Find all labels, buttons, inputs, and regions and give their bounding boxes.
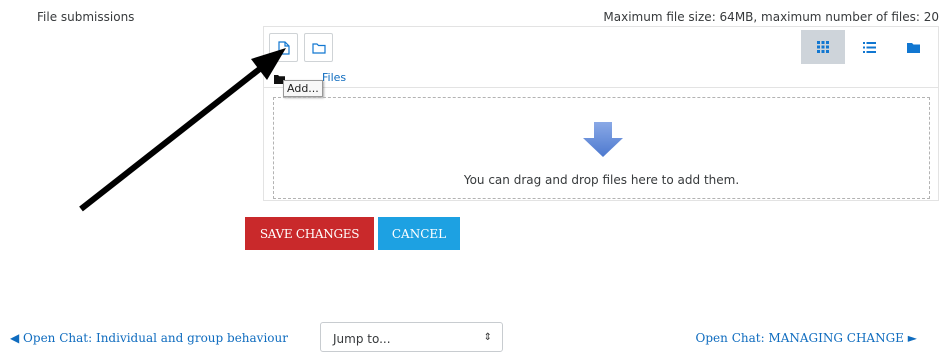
create-folder-button[interactable] [304, 33, 333, 62]
view-tree-button[interactable] [891, 30, 935, 64]
save-changes-button[interactable]: SAVE CHANGES [245, 217, 374, 250]
breadcrumb-files[interactable]: Files [322, 71, 346, 84]
next-activity-link[interactable]: Open Chat: MANAGING CHANGE ► [696, 331, 917, 345]
grid-icon [817, 38, 829, 57]
file-icon [277, 40, 290, 55]
add-file-button[interactable] [269, 33, 298, 62]
folder-icon [906, 38, 920, 57]
add-tooltip: Add... [283, 80, 323, 97]
jump-to-select[interactable]: Jump to... ⇕ [320, 322, 503, 352]
prev-activity-link[interactable]: ◀ Open Chat: Individual and group behavi… [10, 331, 288, 345]
folder-icon [311, 42, 326, 54]
select-caret-icon: ⇕ [483, 332, 492, 343]
cancel-button[interactable]: CANCEL [378, 217, 460, 250]
file-drop-zone[interactable]: You can drag and drop files here to add … [273, 97, 930, 199]
drop-arrow-icon [583, 122, 623, 161]
drop-message: You can drag and drop files here to add … [463, 173, 740, 187]
jump-to-value: Jump to... [333, 332, 391, 346]
file-limits-text: Maximum file size: 64MB, maximum number … [603, 10, 939, 24]
file-picker: Files Add... You can drag and drop files… [263, 26, 939, 201]
field-label: File submissions [37, 10, 135, 24]
view-details-button[interactable] [847, 30, 891, 64]
file-picker-toolbar: Files Add... [264, 27, 938, 97]
list-icon [862, 38, 876, 57]
view-icons-button[interactable] [801, 30, 845, 64]
